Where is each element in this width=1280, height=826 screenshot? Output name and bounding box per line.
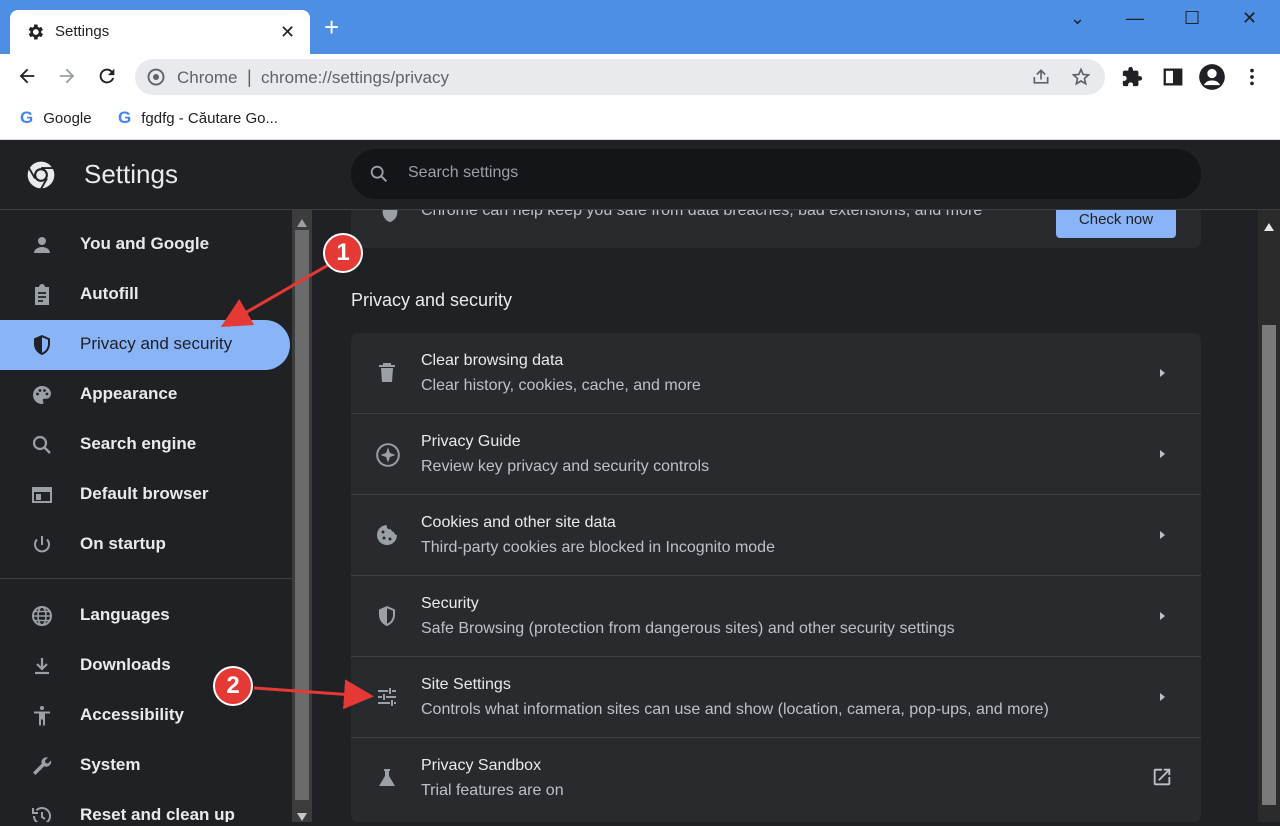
- annotation-arrow-2: [253, 679, 374, 710]
- annotation-arrows: [220, 262, 374, 710]
- annotation-badge-1: 1: [323, 233, 363, 273]
- annotation-arrow-1: [220, 262, 331, 327]
- annotation-badge-2: 2: [213, 666, 253, 706]
